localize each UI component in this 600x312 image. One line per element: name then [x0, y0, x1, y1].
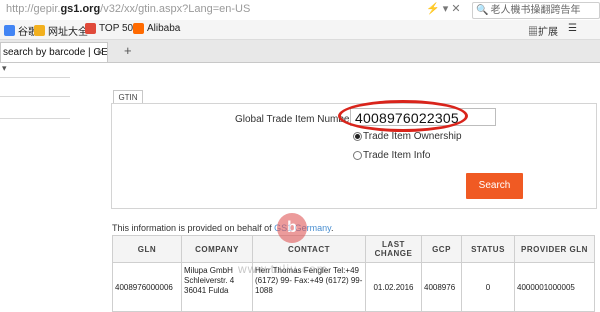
divider	[0, 96, 70, 97]
search-button[interactable]: Search	[466, 173, 523, 199]
radio-selected-icon	[353, 132, 362, 141]
bookmarks-right: ▦扩展 ☰	[528, 23, 577, 38]
google-icon	[4, 25, 15, 36]
address-controls: ⚡ ▾ ✕	[426, 2, 461, 15]
tab-gtin[interactable]: GTIN	[113, 90, 143, 104]
radio-unselected-icon	[353, 151, 362, 160]
cell-gcp: 4008976	[421, 262, 462, 312]
bookmark-top50[interactable]: TOP 50	[85, 23, 133, 34]
cell-last-change: 01.02.2016	[365, 262, 422, 312]
left-nav: ▾	[0, 63, 70, 193]
cell-gln: 4008976000006	[112, 262, 182, 312]
tab-gepir[interactable]: search by barcode | GEPIR×	[0, 42, 108, 62]
top50-icon	[85, 23, 96, 34]
grid-icon: ▦	[528, 27, 538, 38]
divider	[0, 118, 70, 119]
column-header-gcp[interactable]: GCP	[421, 235, 462, 263]
alibaba-icon	[133, 23, 144, 34]
bookmarks-bar: 谷歌 网址大全 TOP 50 Alibaba ▦扩展 ☰	[0, 20, 600, 40]
table-row: 4008976000006 Milupa GmbH Schleiverstr. …	[112, 262, 595, 312]
star-icon	[34, 25, 45, 36]
new-tab-button[interactable]: +	[124, 43, 132, 58]
highlight-circle	[338, 100, 468, 132]
search-box[interactable]: 🔍 老人機书操翻跨告年	[472, 2, 600, 19]
radio-trade-item-info[interactable]: Trade Item Info	[353, 150, 430, 161]
radio-trade-item-ownership[interactable]: Trade Item Ownership	[353, 131, 462, 142]
column-header-status[interactable]: STATUS	[461, 235, 515, 263]
column-header-gln[interactable]: GLN	[112, 235, 182, 263]
gtin-field-label: Global Trade Item Number	[235, 114, 353, 125]
tab-strip: search by barcode | GEPIR×	[0, 40, 600, 63]
menu-icon[interactable]: ☰	[568, 23, 577, 38]
cell-status: 0	[461, 262, 515, 312]
table-header-row: GLN COMPANY CONTACT LAST CHANGE GCP STAT…	[112, 235, 595, 263]
cell-provider-gln: 4000001000005	[514, 262, 595, 312]
lightning-icon[interactable]: ⚡	[426, 3, 440, 15]
column-header-contact[interactable]: CONTACT	[252, 235, 366, 263]
column-header-company[interactable]: COMPANY	[181, 235, 253, 263]
divider	[0, 77, 70, 78]
bookmark-google[interactable]: 谷歌	[4, 23, 38, 38]
watermark-text: www.tuliu.com	[238, 262, 328, 276]
search-icon: 🔍	[476, 5, 489, 16]
extensions-button[interactable]: ▦扩展	[528, 23, 558, 38]
close-icon[interactable]: ✕	[451, 3, 460, 15]
bookmark-url-directory[interactable]: 网址大全	[34, 23, 88, 38]
column-header-provider-gln[interactable]: PROVIDER GLN	[514, 235, 595, 263]
chevron-down-icon[interactable]: ▾	[2, 63, 7, 74]
column-header-last-change[interactable]: LAST CHANGE	[365, 235, 422, 263]
results-table: GLN COMPANY CONTACT LAST CHANGE GCP STAT…	[112, 235, 595, 312]
chevron-down-icon[interactable]: ▾	[443, 3, 449, 15]
bookmark-alibaba[interactable]: Alibaba	[133, 23, 180, 34]
url-text[interactable]: http://gepir.gs1.org/v32/xx/gtin.aspx?La…	[6, 3, 250, 15]
address-bar[interactable]: http://gepir.gs1.org/v32/xx/gtin.aspx?La…	[0, 0, 600, 21]
tab-close-icon[interactable]: ×	[97, 43, 103, 62]
watermark-logo: b	[277, 213, 307, 243]
